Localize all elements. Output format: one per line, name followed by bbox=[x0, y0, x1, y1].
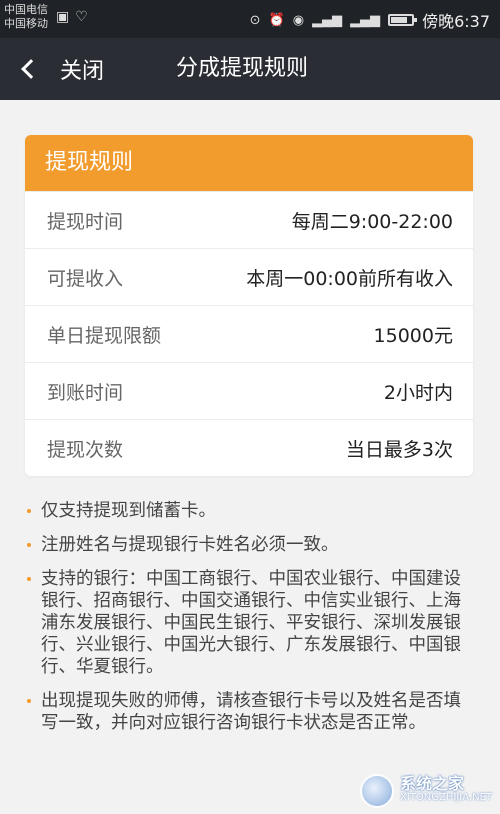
close-label: 关闭 bbox=[60, 59, 105, 84]
rule-value: 15000元 bbox=[373, 324, 453, 347]
rule-value: 每周二9:00-22:00 bbox=[291, 210, 453, 233]
rule-label: 可提收入 bbox=[47, 267, 124, 290]
signal-4g-icon: ▂▄▆ bbox=[350, 12, 381, 28]
list-item: 注册姓名与提现银行卡姓名必须一致。 bbox=[25, 534, 475, 556]
rule-label: 提现时间 bbox=[47, 210, 124, 233]
rules-card: 提现规则 提现时间 每周二9:00-22:00 可提收入 本周一00:00前所有… bbox=[25, 135, 473, 476]
card-header: 提现规则 bbox=[25, 135, 473, 191]
back-arrow-icon bbox=[21, 59, 41, 79]
rule-row: 单日提现限额 15000元 bbox=[25, 305, 473, 362]
status-time: 傍晚6:37 bbox=[422, 12, 490, 31]
watermark: 系统之家 XITONGZHIJIA.NET bbox=[360, 774, 492, 808]
rule-row: 到账时间 2小时内 bbox=[25, 362, 473, 419]
notes-list: 仅支持提现到储蓄卡。 注册姓名与提现银行卡姓名必须一致。 支持的银行：中国工商银… bbox=[25, 500, 475, 746]
rule-label: 单日提现限额 bbox=[47, 324, 162, 347]
list-item: 出现提现失败的师傅，请核查银行卡号以及姓名是否填写一致，并向对应银行咨询银行卡状… bbox=[25, 690, 475, 734]
watermark-logo-icon bbox=[360, 774, 395, 808]
alarm-icon: ⏰ bbox=[268, 12, 285, 28]
watermark-main: 系统之家 bbox=[400, 774, 465, 793]
list-item: 仅支持提现到储蓄卡。 bbox=[25, 500, 475, 522]
eye-icon: ◉ bbox=[292, 12, 305, 28]
status-right: ⊙ ⏰ ◉ ▂▄▆ ▂▄▆ 傍晚6:37 bbox=[250, 8, 490, 32]
rule-value: 2小时内 bbox=[383, 381, 453, 404]
watermark-text: 系统之家 XITONGZHIJIA.NET bbox=[400, 774, 492, 805]
close-button[interactable]: 关闭 bbox=[20, 38, 104, 100]
notification-icons: ▣ ♡ bbox=[56, 9, 88, 25]
nav-bar: 关闭 分成提现规则 bbox=[0, 38, 500, 100]
rule-row: 提现次数 当日最多3次 bbox=[25, 419, 473, 476]
signal-icon: ▂▄▆ bbox=[312, 12, 343, 28]
heart-rate-icon: ♡ bbox=[75, 9, 88, 25]
watermark-sub: XITONGZHIJIA.NET bbox=[400, 792, 492, 803]
list-item: 支持的银行：中国工商银行、中国农业银行、中国建设银行、招商银行、中国交通银行、中… bbox=[25, 568, 475, 678]
carrier-line-1: 中国电信 bbox=[4, 3, 48, 16]
page-title: 分成提现规则 bbox=[176, 56, 309, 81]
rule-row: 提现时间 每周二9:00-22:00 bbox=[25, 191, 473, 248]
rule-label: 提现次数 bbox=[47, 438, 124, 461]
rule-value: 当日最多3次 bbox=[345, 438, 453, 461]
message-icon: ▣ bbox=[56, 9, 70, 25]
status-bar: 中国电信 中国移动 ▣ ♡ ⊙ ⏰ ◉ ▂▄▆ ▂▄▆ 傍晚6:37 bbox=[0, 0, 500, 38]
location-icon: ⊙ bbox=[249, 12, 261, 28]
battery-icon bbox=[388, 14, 418, 26]
carrier-line-2: 中国移动 bbox=[4, 17, 48, 30]
rule-label: 到账时间 bbox=[47, 381, 124, 404]
rule-value: 本周一00:00前所有收入 bbox=[246, 267, 453, 290]
rule-row: 可提收入 本周一00:00前所有收入 bbox=[25, 248, 473, 305]
battery-fill bbox=[391, 17, 408, 23]
carrier-info: 中国电信 中国移动 bbox=[4, 3, 48, 31]
